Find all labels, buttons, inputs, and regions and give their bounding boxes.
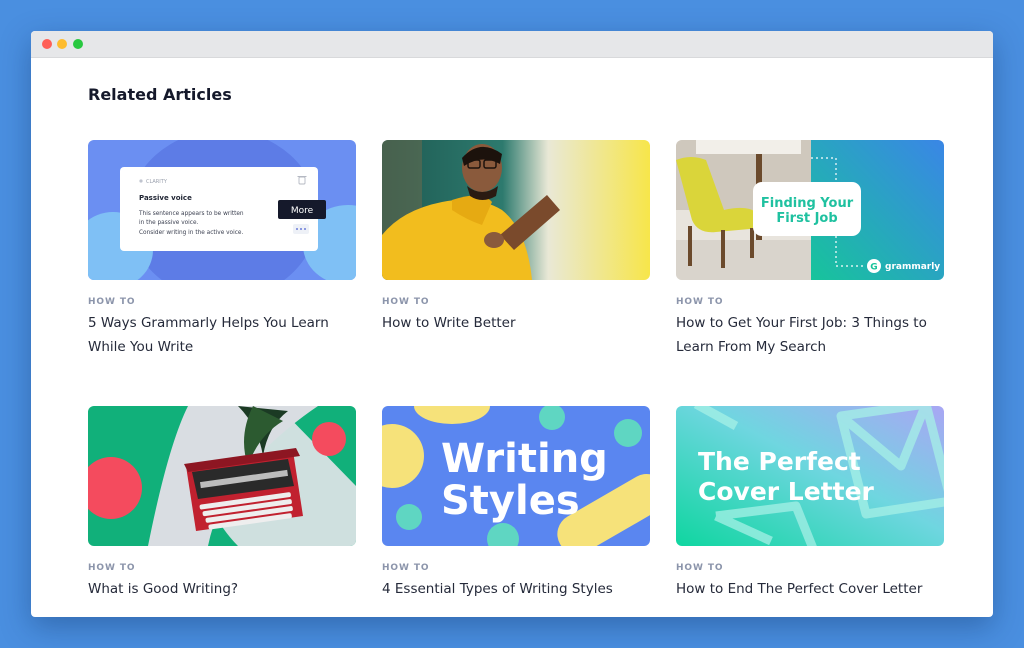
thumbnail-heading: Cover Letter (698, 477, 875, 506)
banner-line: Finding Your (761, 196, 854, 211)
article-card[interactable]: Writing Styles HOW TO 4 Essential Types … (382, 406, 650, 601)
close-window-button[interactable] (42, 39, 52, 49)
article-title[interactable]: How to End The Perfect Cover Letter (676, 577, 944, 601)
article-card[interactable]: The Perfect Cover Letter HOW TO How to E… (676, 406, 944, 601)
window-titlebar (31, 31, 993, 58)
thumbnail-heading: The Perfect (698, 447, 861, 476)
article-title[interactable]: What is Good Writing? (88, 577, 356, 601)
article-title[interactable]: How to Write Better (382, 311, 650, 335)
article-category: HOW TO (676, 563, 724, 573)
card-body-line: Consider writing in the active voice. (139, 230, 243, 236)
article-category: HOW TO (382, 297, 430, 307)
article-category: HOW TO (676, 297, 724, 307)
article-thumbnail[interactable] (88, 406, 356, 546)
thumbnail-heading: Styles (441, 478, 580, 524)
browser-window: Related Articles CLARITY Passive voice T… (31, 31, 993, 617)
article-card[interactable]: Finding Your First Job G grammarly HOW T… (676, 140, 944, 359)
article-thumbnail[interactable]: CLARITY Passive voice This sentence appe… (88, 140, 356, 280)
brand-name: grammarly (885, 262, 940, 272)
article-category: HOW TO (88, 563, 136, 573)
article-thumbnail[interactable]: Writing Styles (382, 406, 650, 546)
card-body-line: This sentence appears to be written (138, 211, 244, 217)
card-body-line: in the passive voice. (139, 220, 199, 226)
card-heading: Passive voice (139, 194, 192, 202)
banner-line: First Job (776, 211, 837, 226)
card-label: CLARITY (146, 179, 168, 185)
article-title[interactable]: 4 Essential Types of Writing Styles (382, 577, 650, 601)
article-card[interactable]: CLARITY Passive voice This sentence appe… (88, 140, 356, 359)
article-category: HOW TO (88, 297, 136, 307)
grammarly-logo-icon: G (867, 259, 881, 273)
section-title: Related Articles (88, 85, 232, 104)
tooltip-text: More (291, 206, 314, 216)
article-thumbnail[interactable]: Finding Your First Job G grammarly (676, 140, 944, 280)
article-thumbnail[interactable]: The Perfect Cover Letter (676, 406, 944, 546)
article-card[interactable]: HOW TO What is Good Writing? (88, 406, 356, 601)
article-title[interactable]: 5 Ways Grammarly Helps You Learn While Y… (88, 311, 356, 359)
svg-text:G: G (870, 263, 877, 273)
article-thumbnail[interactable] (382, 140, 650, 280)
more-dots-icon (293, 224, 309, 234)
minimize-window-button[interactable] (57, 39, 67, 49)
article-category: HOW TO (382, 563, 430, 573)
article-card[interactable]: HOW TO How to Write Better (382, 140, 650, 335)
article-title[interactable]: How to Get Your First Job: 3 Things to L… (676, 311, 944, 359)
thumbnail-heading: Writing (441, 436, 608, 482)
maximize-window-button[interactable] (73, 39, 83, 49)
